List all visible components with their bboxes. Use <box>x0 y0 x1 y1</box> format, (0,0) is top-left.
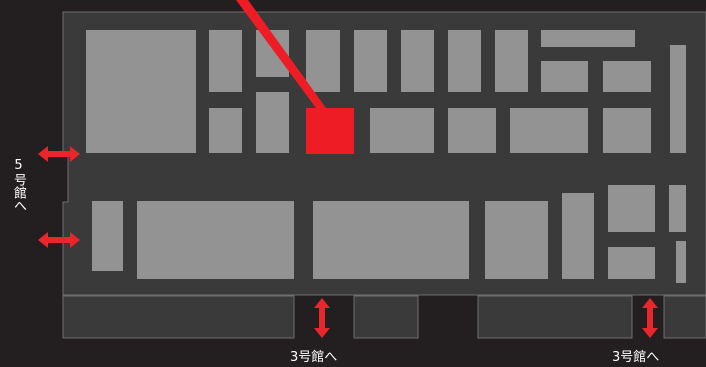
booth[interactable] <box>92 201 123 271</box>
double-arrow-icon <box>642 298 658 338</box>
booth[interactable] <box>608 247 655 279</box>
double-arrow-icon <box>314 298 330 338</box>
floor-map <box>38 0 706 339</box>
to-building-3-label-right: 3号館へ <box>612 350 660 365</box>
booth[interactable] <box>354 30 387 92</box>
booth[interactable] <box>603 61 651 92</box>
booth[interactable] <box>86 30 196 153</box>
booth[interactable] <box>370 108 434 153</box>
booth[interactable] <box>608 185 655 232</box>
booth[interactable] <box>676 241 686 283</box>
booth[interactable] <box>541 61 588 92</box>
booth[interactable] <box>448 30 481 92</box>
booth[interactable] <box>485 201 548 279</box>
booth[interactable] <box>448 108 496 153</box>
corridor-room-1 <box>62 295 295 339</box>
corridor-room-4 <box>663 295 706 339</box>
to-building-3-label-left: 3号館へ <box>290 350 338 365</box>
highlighted-booth[interactable] <box>306 108 354 154</box>
booth[interactable] <box>669 185 686 232</box>
booth[interactable] <box>401 30 434 92</box>
booth[interactable] <box>670 45 686 153</box>
booth[interactable] <box>256 92 289 153</box>
booth[interactable] <box>209 30 242 92</box>
booth[interactable] <box>209 108 242 153</box>
booth[interactable] <box>510 108 588 153</box>
booth[interactable] <box>495 30 528 92</box>
corridor-room-3 <box>477 295 633 339</box>
booth[interactable] <box>313 201 469 279</box>
to-building-5-label: 5号館へ <box>11 158 26 212</box>
booth[interactable] <box>603 108 651 153</box>
booth[interactable] <box>562 193 594 279</box>
corridor-room-2 <box>353 295 419 339</box>
booth[interactable] <box>541 30 635 47</box>
booth[interactable] <box>306 30 340 92</box>
booth[interactable] <box>137 201 294 279</box>
